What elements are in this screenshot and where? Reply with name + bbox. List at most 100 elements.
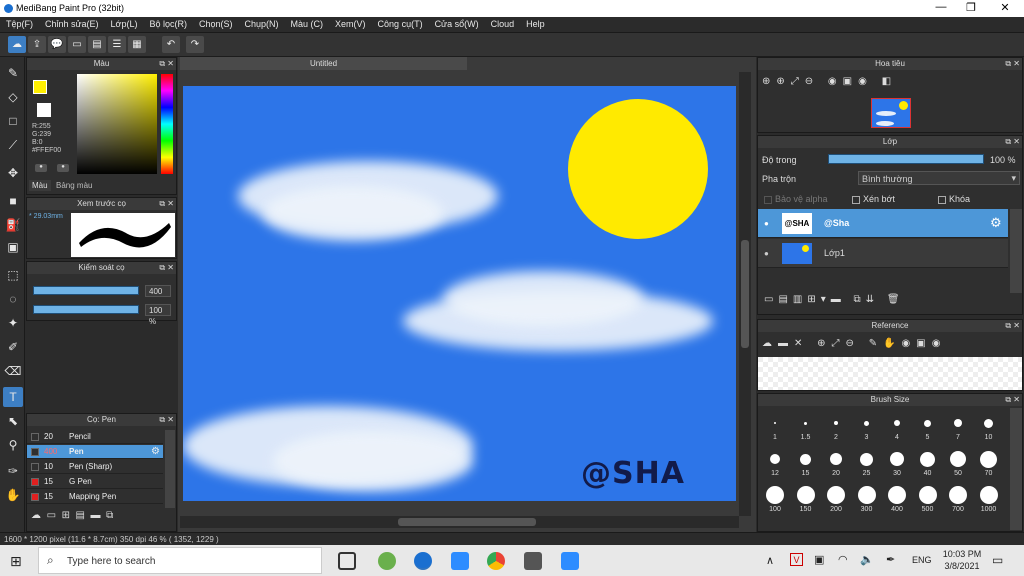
layer-scrollbar[interactable] xyxy=(1010,209,1022,293)
brush-size-cell[interactable]: 10 xyxy=(974,414,1004,444)
reference-canvas[interactable] xyxy=(758,357,1022,390)
panel-close-icon[interactable]: ⧉ ✕ xyxy=(159,198,174,210)
clipping-checkbox[interactable]: Xén bớt xyxy=(852,194,895,204)
hand-tool-icon[interactable]: ✋ xyxy=(3,485,23,505)
brush-size-cell[interactable]: 400 xyxy=(882,486,912,516)
brush-opacity-slider[interactable] xyxy=(33,305,139,314)
panel-close-icon[interactable]: ⧉ ✕ xyxy=(159,58,174,70)
duplicate-icon[interactable]: ⧉ xyxy=(854,294,866,305)
panel-close-icon[interactable]: ⧉ ✕ xyxy=(1005,394,1020,406)
tab-color[interactable]: Màu xyxy=(29,180,51,191)
primary-color-swatch[interactable] xyxy=(33,80,47,94)
maximize-button[interactable]: ❐ xyxy=(956,1,986,14)
protect-alpha-checkbox[interactable]: Bảo vệ alpha xyxy=(764,194,828,204)
move-tool-icon[interactable]: ✥ xyxy=(3,163,23,183)
upload-icon[interactable]: ⇪ xyxy=(28,36,46,53)
panel-close-icon[interactable]: ⧉ ✕ xyxy=(1005,320,1020,332)
new-brush-icon[interactable]: ▭ xyxy=(47,510,56,521)
panel-close-icon[interactable]: ⧉ ✕ xyxy=(159,414,174,426)
brush-size-cell[interactable]: 7 xyxy=(943,414,973,444)
visibility-icon[interactable]: ● xyxy=(764,249,769,258)
trash-icon[interactable]: 🗑 xyxy=(887,294,905,305)
brush-size-cell[interactable]: 1000 xyxy=(974,486,1004,516)
menu-view[interactable]: Xem(V) xyxy=(329,17,372,29)
camera-icon[interactable] xyxy=(524,552,542,570)
navigator-toolbar[interactable]: ⊕⊕⤢⊖ ◉▣◉ ◧ xyxy=(762,76,897,87)
brush-size-cell[interactable]: 20 xyxy=(821,450,851,480)
brush-size-cell[interactable]: 300 xyxy=(852,486,882,516)
duplicate-icon[interactable]: ⧉ xyxy=(106,510,113,521)
brush-size-cell[interactable]: 15 xyxy=(791,450,821,480)
brush-list-item[interactable]: 10 Pen (Sharp) xyxy=(27,460,163,474)
notification-icon[interactable]: ▭ xyxy=(992,553,1003,567)
task-view-icon[interactable] xyxy=(338,552,356,570)
list-icon[interactable]: ☰ xyxy=(108,36,126,53)
windows-start-icon[interactable]: ⊞ xyxy=(10,553,22,570)
select-pen-icon[interactable]: ✐ xyxy=(3,337,23,357)
brush-size-cell[interactable]: 1 xyxy=(760,414,790,444)
reference-toolbar[interactable]: ☁▬✕ ⊕⤢⊖ ✎✋◉▣◉ xyxy=(762,338,946,349)
chat-icon[interactable]: 💬 xyxy=(48,36,66,53)
brush-size-slider[interactable] xyxy=(33,286,139,295)
panel-close-icon[interactable]: ⧉ ✕ xyxy=(1005,136,1020,148)
brush-size-cell[interactable]: 50 xyxy=(943,450,973,480)
brush-list-scrollbar[interactable] xyxy=(165,430,175,508)
brush-size-cell[interactable]: 200 xyxy=(821,486,851,516)
visibility-icon[interactable]: ● xyxy=(764,219,769,228)
brush-size-cell[interactable]: 5 xyxy=(913,414,943,444)
brush-opacity-value[interactable]: 100 % xyxy=(145,304,171,326)
new-layer-icon[interactable]: ▭ xyxy=(764,294,778,305)
taskbar-search-box[interactable]: ⌕ Type here to search xyxy=(38,547,322,574)
dropper-icon[interactable]: ⚲ xyxy=(3,435,23,455)
brush-size-cell[interactable]: 100 xyxy=(760,486,790,516)
select-eraser-icon[interactable]: ⌫ xyxy=(3,361,23,381)
folder-icon[interactable]: ▬ xyxy=(831,294,846,305)
new-layer-2-icon[interactable]: ▤ xyxy=(778,294,792,305)
folder-icon[interactable]: ▬ xyxy=(91,510,101,521)
undo-icon[interactable]: ↶ xyxy=(162,36,180,53)
brush-size-cell[interactable]: 700 xyxy=(943,486,973,516)
add-brush-icon[interactable]: ⊞ xyxy=(62,510,70,521)
fill-rect-icon[interactable]: ■ xyxy=(3,191,23,211)
menu-select[interactable]: Chọn(S) xyxy=(193,17,239,29)
chrome-icon[interactable] xyxy=(487,552,505,570)
language-indicator[interactable]: ENG xyxy=(912,555,932,565)
network-app-icon[interactable]: ▣ xyxy=(814,553,824,566)
gear-icon[interactable]: ⚙ xyxy=(151,445,160,459)
pen-icon[interactable]: ✒ xyxy=(886,553,895,566)
menu-cloud[interactable]: Cloud xyxy=(485,17,521,29)
eyedropper-icon[interactable]: ✑ xyxy=(3,461,23,481)
app-icon-green[interactable] xyxy=(378,552,396,570)
brush-settings-icon[interactable]: ▤ xyxy=(76,510,85,521)
menu-edit[interactable]: Chỉnh sửa(E) xyxy=(39,17,105,29)
layer-opacity-slider[interactable] xyxy=(828,154,984,164)
redo-icon[interactable]: ↷ xyxy=(186,36,204,53)
menu-filter[interactable]: Bộ lọc(R) xyxy=(143,17,193,29)
cloud-icon[interactable]: ☁ xyxy=(8,36,26,53)
lasso-icon[interactable]: ◌ xyxy=(3,289,23,309)
transparent-swatch[interactable] xyxy=(37,103,51,117)
brush-size-cell[interactable]: 30 xyxy=(882,450,912,480)
brush-size-cell[interactable]: 70 xyxy=(974,450,1004,480)
minimize-button[interactable]: — xyxy=(926,1,956,13)
panel-close-icon[interactable]: ⧉ ✕ xyxy=(159,262,174,274)
text-tool-icon[interactable]: T xyxy=(3,387,23,407)
magic-wand-icon[interactable]: ✦ xyxy=(3,313,23,333)
navigator-thumbnail[interactable] xyxy=(871,98,911,128)
close-button[interactable]: ✕ xyxy=(990,1,1020,14)
zoom-meeting-icon[interactable] xyxy=(561,552,579,570)
brush-list-item[interactable]: 15 Mapping Pen xyxy=(27,490,163,504)
brush-size-cell[interactable]: 1.5 xyxy=(791,414,821,444)
brush-size-cell[interactable]: 150 xyxy=(791,486,821,516)
merge-icon[interactable]: ⇊ xyxy=(866,294,879,305)
layer-row[interactable]: ● Lớp1 xyxy=(758,239,1008,268)
tab-palette[interactable]: Bảng màu xyxy=(53,180,95,191)
horizontal-scroll-thumb[interactable] xyxy=(398,518,536,526)
menu-tools[interactable]: Công cụ(T) xyxy=(372,17,429,29)
menu-snap[interactable]: Chụp(N) xyxy=(239,17,285,29)
menu-file[interactable]: Tệp(F) xyxy=(0,17,39,29)
volume-icon[interactable]: 🔈 xyxy=(860,553,874,566)
menu-layer[interactable]: Lớp(L) xyxy=(105,17,144,29)
bucket-tool-icon[interactable]: ⛽ xyxy=(3,215,23,235)
canvas-vertical-scrollbar[interactable] xyxy=(739,72,751,516)
